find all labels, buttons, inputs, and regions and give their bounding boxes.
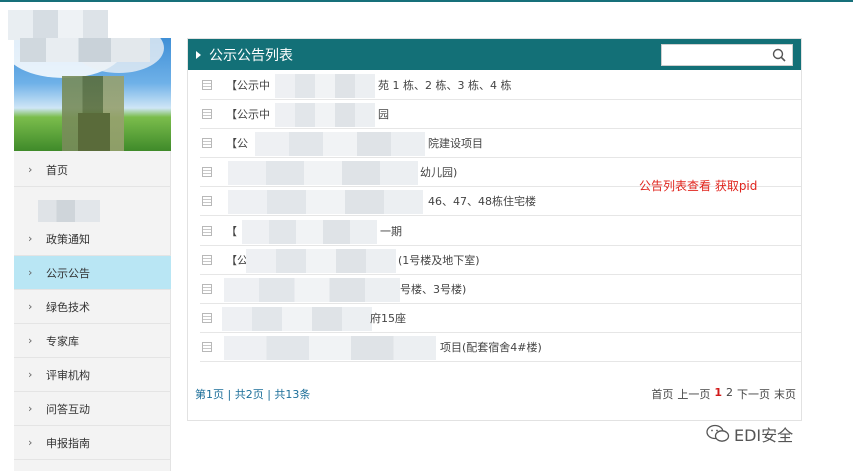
sidebar-item-announcements[interactable]: › 公示公告 bbox=[14, 256, 171, 290]
pager-page-current[interactable]: 1 bbox=[714, 386, 722, 402]
sidebar-item-home[interactable]: › 首页 bbox=[14, 153, 171, 187]
sidebar-item-label: 公示公告 bbox=[46, 266, 90, 280]
list-item-prefix: 【公示中 bbox=[226, 108, 270, 121]
list-item-prefix: 【公示中 bbox=[226, 79, 270, 92]
redaction-blur bbox=[275, 74, 375, 98]
document-icon bbox=[202, 80, 212, 90]
chevron-right-icon: › bbox=[28, 266, 33, 279]
document-icon bbox=[202, 138, 212, 148]
sidebar-item-policy[interactable]: › 政策通知 bbox=[14, 222, 171, 256]
list-item-title[interactable]: 46、47、48栋住宅楼 bbox=[428, 193, 536, 209]
pager-next-link[interactable]: 下一页 bbox=[737, 386, 770, 402]
document-icon bbox=[202, 167, 212, 177]
redaction-blur bbox=[228, 161, 418, 185]
redaction-blur bbox=[246, 249, 396, 273]
list-item-prefix: 【 bbox=[226, 225, 237, 238]
pager-prev-link[interactable]: 上一页 bbox=[677, 386, 710, 402]
list-item-title[interactable]: 项目(配套宿舍4#楼) bbox=[440, 339, 542, 355]
document-icon bbox=[202, 255, 212, 265]
chevron-right-icon: › bbox=[28, 402, 33, 415]
redaction-blur bbox=[275, 103, 375, 127]
pager-first-link[interactable]: 首页 bbox=[651, 386, 673, 402]
blurred-logo bbox=[0, 8, 170, 68]
page-title: 公示公告列表 bbox=[209, 47, 293, 64]
chevron-right-icon: › bbox=[28, 368, 33, 381]
document-icon bbox=[202, 342, 212, 352]
redaction-blur bbox=[242, 220, 377, 244]
list-item[interactable]: 【公 院建设项目 bbox=[200, 129, 801, 158]
list-item-title[interactable]: 苑 1 栋、2 栋、3 栋、4 栋 bbox=[378, 77, 511, 93]
caret-right-icon bbox=[196, 50, 201, 59]
list-item-title[interactable]: 号楼、3号楼) bbox=[400, 281, 466, 297]
sidebar-item-label: 首页 bbox=[46, 163, 68, 177]
pagination: 首页 上一页 1 2 下一页 末页 bbox=[651, 386, 796, 402]
pager-summary: 第1页 | 共2页 | 共13条 bbox=[195, 388, 311, 401]
list-item-prefix: 【公 bbox=[226, 254, 248, 267]
list-item-title[interactable]: 院建设项目 bbox=[428, 135, 483, 151]
chevron-right-icon: › bbox=[28, 232, 33, 245]
sidebar-item-label: 申报指南 bbox=[46, 436, 90, 450]
search-input[interactable] bbox=[661, 44, 793, 66]
list-item[interactable]: 项目(配套宿舍4#楼) bbox=[200, 333, 801, 362]
chevron-right-icon: › bbox=[28, 436, 33, 449]
list-item-title[interactable]: 园 bbox=[378, 106, 389, 122]
sidebar-item-guide[interactable]: › 申报指南 bbox=[14, 426, 171, 460]
sidebar-item-label: 绿色技术 bbox=[46, 300, 90, 314]
redaction-blur bbox=[224, 278, 400, 302]
chevron-right-icon: › bbox=[28, 163, 33, 176]
redaction-blur bbox=[228, 190, 423, 214]
top-accent-line bbox=[0, 0, 853, 2]
list-item-title[interactable]: 幼儿园) bbox=[420, 164, 457, 180]
redaction-blur bbox=[222, 307, 372, 331]
sidebar-item-qa[interactable]: › 问答互动 bbox=[14, 392, 171, 426]
list-item-title[interactable]: 府15座 bbox=[370, 310, 406, 326]
chevron-right-icon: › bbox=[28, 300, 33, 313]
watermark: EDI安全 bbox=[706, 422, 793, 446]
sidebar-blurred-heading bbox=[38, 200, 100, 222]
list-item[interactable]: 号楼、3号楼) bbox=[200, 275, 801, 304]
sidebar-item-label: 专家库 bbox=[46, 334, 79, 348]
list-item[interactable]: 【公 (1号楼及地下室) bbox=[200, 246, 801, 275]
sidebar-item-green-tech[interactable]: › 绿色技术 bbox=[14, 290, 171, 324]
list-item-title[interactable]: (1号楼及地下室) bbox=[398, 252, 480, 268]
list-item[interactable]: 【公示中 园 bbox=[200, 100, 801, 129]
sidebar-item-label: 评审机构 bbox=[46, 368, 90, 382]
redaction-blur bbox=[255, 132, 425, 156]
wechat-icon bbox=[706, 424, 730, 442]
list-item[interactable]: 【公示中 苑 1 栋、2 栋、3 栋、4 栋 bbox=[200, 71, 801, 100]
document-icon bbox=[202, 226, 212, 236]
list-item[interactable]: 【 一期 bbox=[200, 217, 801, 246]
sidebar-item-review-orgs[interactable]: › 评审机构 bbox=[14, 358, 171, 392]
sidebar-item-label: 问答互动 bbox=[46, 402, 90, 416]
redaction-blur bbox=[224, 336, 436, 360]
document-icon bbox=[202, 196, 212, 206]
list-item[interactable]: 府15座 bbox=[200, 304, 801, 333]
banner-blur-mosaic bbox=[78, 113, 110, 151]
pager-last-link[interactable]: 末页 bbox=[774, 386, 796, 402]
search-icon[interactable] bbox=[772, 48, 786, 62]
chevron-right-icon: › bbox=[28, 334, 33, 347]
sidebar: › 首页 › 政策通知 › 公示公告 › 绿色技术 › 专家库 › 评审机构 ›… bbox=[14, 38, 171, 471]
sidebar-item-label: 政策通知 bbox=[46, 232, 90, 246]
document-icon bbox=[202, 313, 212, 323]
document-icon bbox=[202, 109, 212, 119]
list-item-prefix: 【公 bbox=[226, 137, 248, 150]
sidebar-item-experts[interactable]: › 专家库 bbox=[14, 324, 171, 358]
list-item-title[interactable]: 一期 bbox=[380, 223, 402, 239]
announcement-panel: 公示公告列表 【公示中 苑 1 栋、2 栋、3 栋、4 栋 【公示中 园 【公 … bbox=[187, 38, 802, 421]
panel-header: 公示公告列表 bbox=[188, 39, 801, 70]
watermark-text: EDI安全 bbox=[734, 426, 794, 445]
pager-page-link[interactable]: 2 bbox=[726, 386, 733, 402]
document-icon bbox=[202, 284, 212, 294]
annotation-text: 公告列表查看 获取pid bbox=[639, 179, 758, 193]
